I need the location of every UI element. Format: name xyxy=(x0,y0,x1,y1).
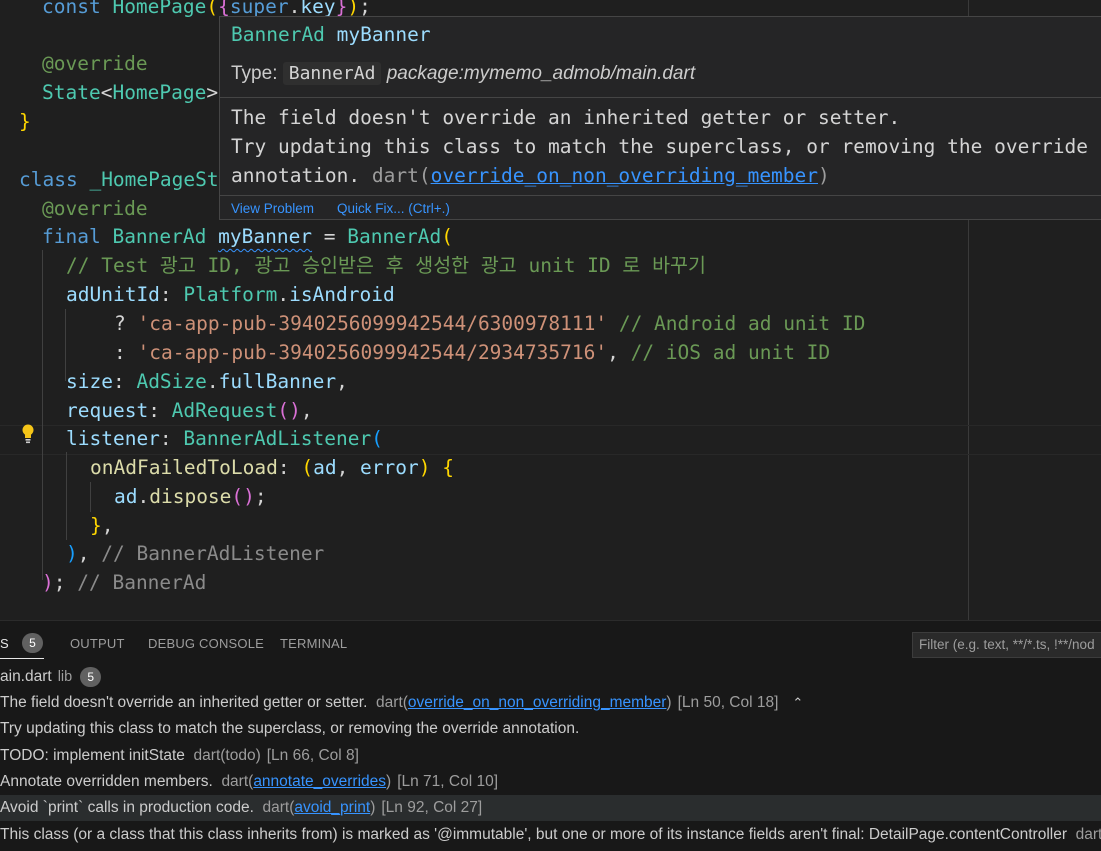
active-tab-indicator xyxy=(0,658,44,659)
code-line-59: ), // BannerAdListener xyxy=(66,542,325,565)
hover-type: Type: BannerAd package:mymemo_admob/main… xyxy=(231,62,696,85)
code-line-53: size: AdSize.fullBanner, xyxy=(66,370,348,393)
problem-item[interactable]: The field doesn't override an inherited … xyxy=(0,690,1101,716)
code-line-52: : 'ca-app-pub-3940256099942544/293473571… xyxy=(114,341,831,364)
code-line-56: onAdFailedToLoad: (ad, error) { xyxy=(90,456,454,479)
problems-count-badge: 5 xyxy=(22,633,43,653)
code-line-57: ad.dispose(); xyxy=(114,485,267,508)
hover-rule-link[interactable]: override_on_non_overriding_member xyxy=(431,164,818,187)
code-line-43: State<HomePage> xyxy=(42,81,219,104)
code-line-42: @override xyxy=(42,52,148,75)
quick-fix-link[interactable]: Quick Fix... (Ctrl+.) xyxy=(337,201,450,216)
lightbulb-icon[interactable] xyxy=(19,423,37,445)
problem-item[interactable]: Annotate overridden members. dart(annota… xyxy=(0,769,1101,795)
indent-guide xyxy=(66,452,67,540)
code-line-50: adUnitId: Platform.isAndroid xyxy=(66,283,395,306)
code-line-49: // Test 광고 ID, 광고 승인받은 후 생성한 광고 unit ID … xyxy=(66,254,706,277)
code-line-48: final BannerAd myBanner = BannerAd( xyxy=(42,225,453,248)
tab-output[interactable]: OUTPUT xyxy=(70,636,125,651)
problem-item[interactable]: Avoid `print` calls in production code. … xyxy=(0,795,1101,821)
hover-tooltip: BannerAd myBanner Type: BannerAd package… xyxy=(219,16,1101,220)
problem-item[interactable]: Try updating this class to match the sup… xyxy=(0,716,1101,742)
view-problem-link[interactable]: View Problem xyxy=(231,201,314,216)
tab-terminal[interactable]: TERMINAL xyxy=(280,636,347,651)
code-line-46: class _HomePageSt xyxy=(19,168,219,191)
tab-problems[interactable]: S xyxy=(0,636,9,651)
hover-signature: BannerAd myBanner xyxy=(231,23,431,46)
hover-message: The field doesn't override an inherited … xyxy=(231,106,1089,187)
indent-guide xyxy=(90,482,91,512)
code-line-60: ); // BannerAd xyxy=(42,571,207,594)
problem-item[interactable]: TODO: implement initState dart(todo) [Ln … xyxy=(0,743,1101,769)
problems-filter-input[interactable]: Filter (e.g. text, **/*.ts, !**/nod xyxy=(912,632,1101,658)
code-line-47: @override xyxy=(42,197,148,220)
indent-guide xyxy=(42,250,43,580)
code-line-58: }, xyxy=(90,514,114,537)
hover-actions: View Problem Quick Fix... (Ctrl+.) xyxy=(220,195,1101,221)
problem-item[interactable]: This class (or a class that this class i… xyxy=(0,822,1101,848)
problems-file-row[interactable]: ain.dart lib 5 xyxy=(0,664,1101,690)
code-line-44: } xyxy=(19,110,31,133)
code-line-51: ? 'ca-app-pub-3940256099942544/630097811… xyxy=(114,312,866,335)
tab-debug-console[interactable]: DEBUG CONSOLE xyxy=(148,636,264,651)
chevron-up-icon[interactable]: ⌃ xyxy=(792,690,803,716)
code-line-55: listener: BannerAdListener( xyxy=(66,427,383,450)
code-line-54: request: AdRequest(), xyxy=(66,399,313,422)
my-banner-identifier[interactable]: myBanner xyxy=(218,225,312,248)
bottom-panel: S 5 OUTPUT DEBUG CONSOLE TERMINAL Filter… xyxy=(0,620,1101,851)
